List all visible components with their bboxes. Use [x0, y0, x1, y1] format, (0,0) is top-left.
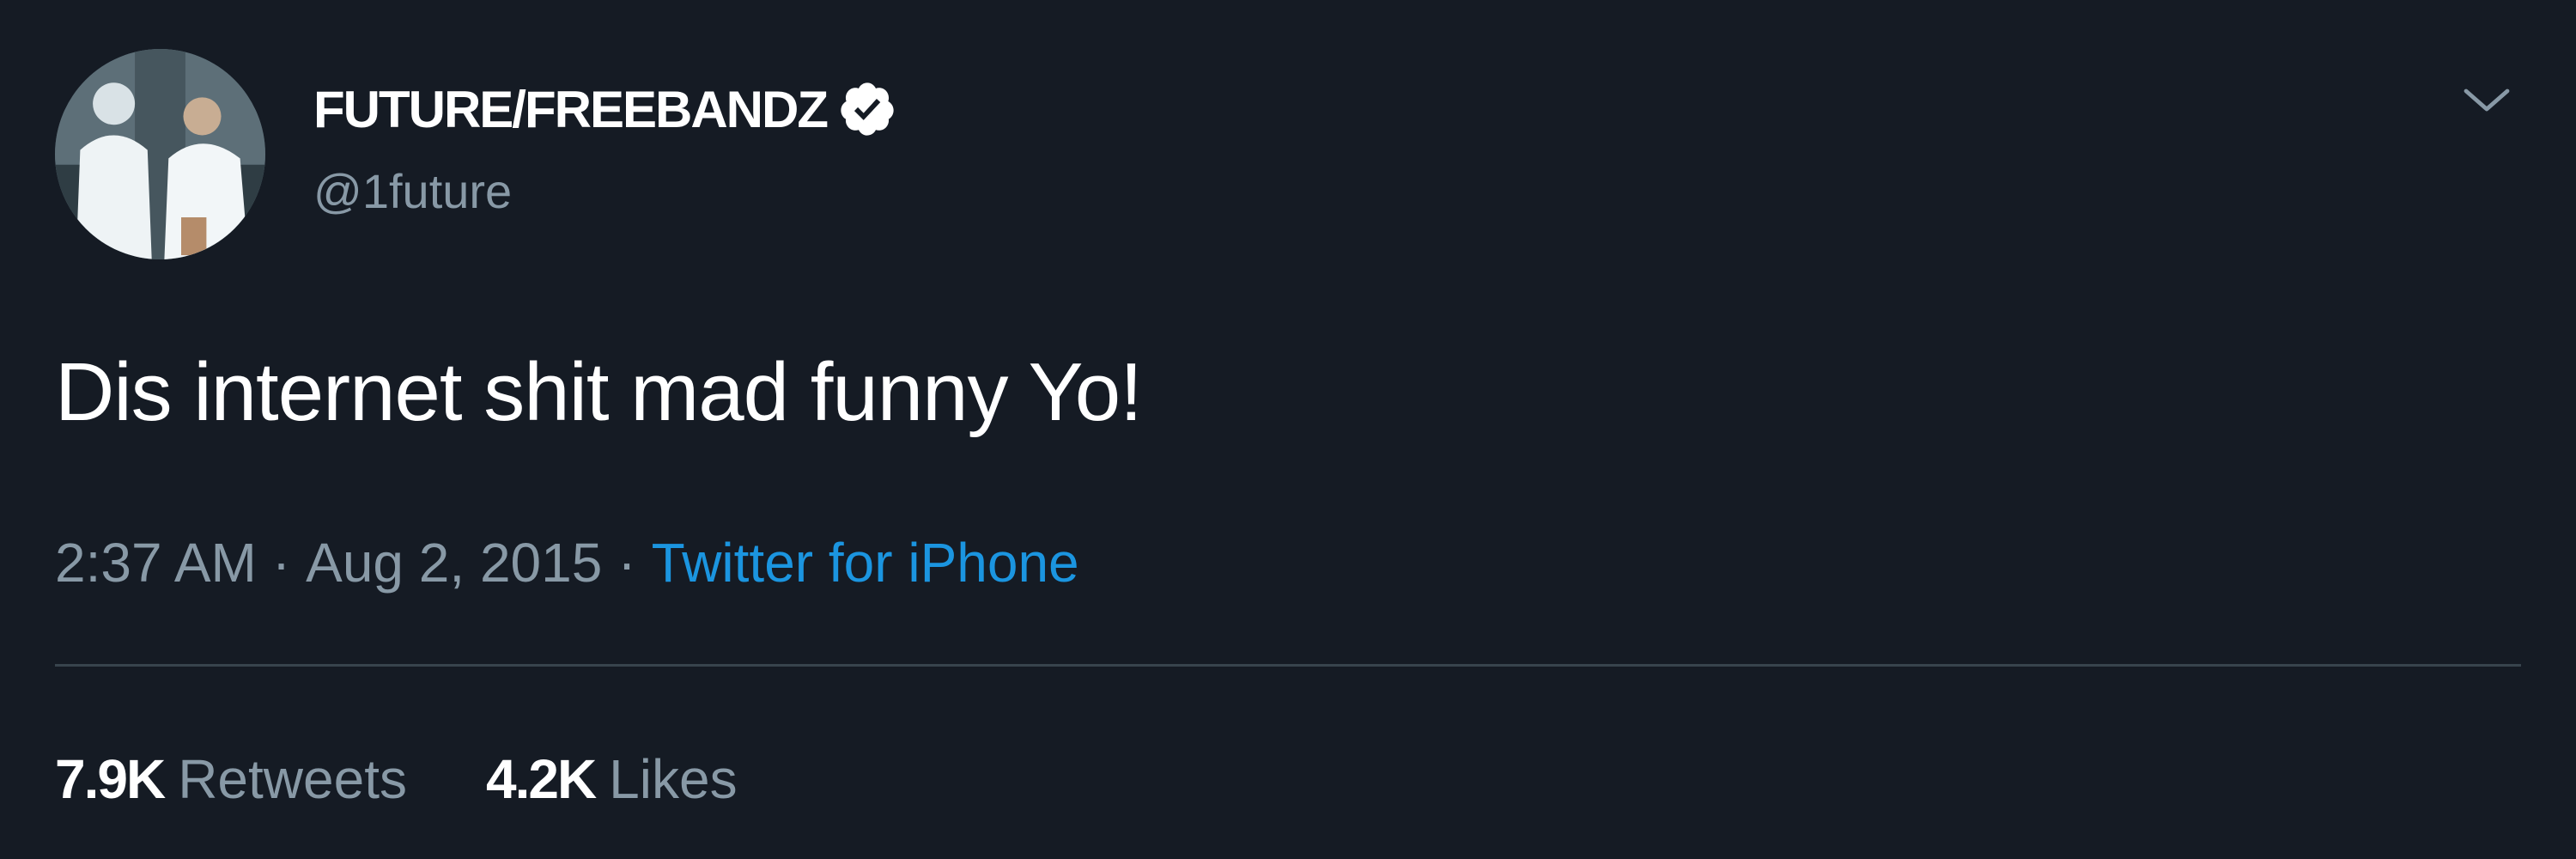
divider [55, 664, 2521, 667]
tweet-stats: 7.9K Retweets 4.2K Likes [55, 747, 738, 811]
tweet-text: Dis internet shit mad funny Yo! [55, 346, 1143, 438]
likes-count: 4.2K [485, 748, 597, 810]
tweet-source-link[interactable]: Twitter for iPhone [652, 532, 1079, 594]
likes-label: Likes [609, 748, 738, 810]
retweets-label: Retweets [178, 748, 407, 810]
verified-badge-icon [837, 79, 897, 139]
chevron-down-icon[interactable] [2456, 70, 2518, 132]
meta-separator: · [617, 532, 636, 594]
tweet-date[interactable]: Aug 2, 2015 [306, 532, 602, 594]
display-name[interactable]: FUTURE/FREEBANDZ [313, 80, 829, 139]
tweet-time[interactable]: 2:37 AM [55, 532, 257, 594]
author-row[interactable]: FUTURE/FREEBANDZ [313, 79, 897, 139]
avatar-image [55, 49, 265, 259]
likes-stat[interactable]: 4.2K Likes [486, 747, 738, 811]
tweet-card: FUTURE/FREEBANDZ @1future Dis internet s… [0, 0, 2576, 859]
retweets-count: 7.9K [55, 748, 166, 810]
meta-separator: · [271, 532, 291, 594]
tweet-meta: 2:37 AM · Aug 2, 2015 · Twitter for iPhone [55, 531, 1079, 594]
avatar[interactable] [55, 49, 265, 259]
retweets-stat[interactable]: 7.9K Retweets [55, 747, 407, 811]
handle[interactable]: @1future [313, 163, 512, 219]
